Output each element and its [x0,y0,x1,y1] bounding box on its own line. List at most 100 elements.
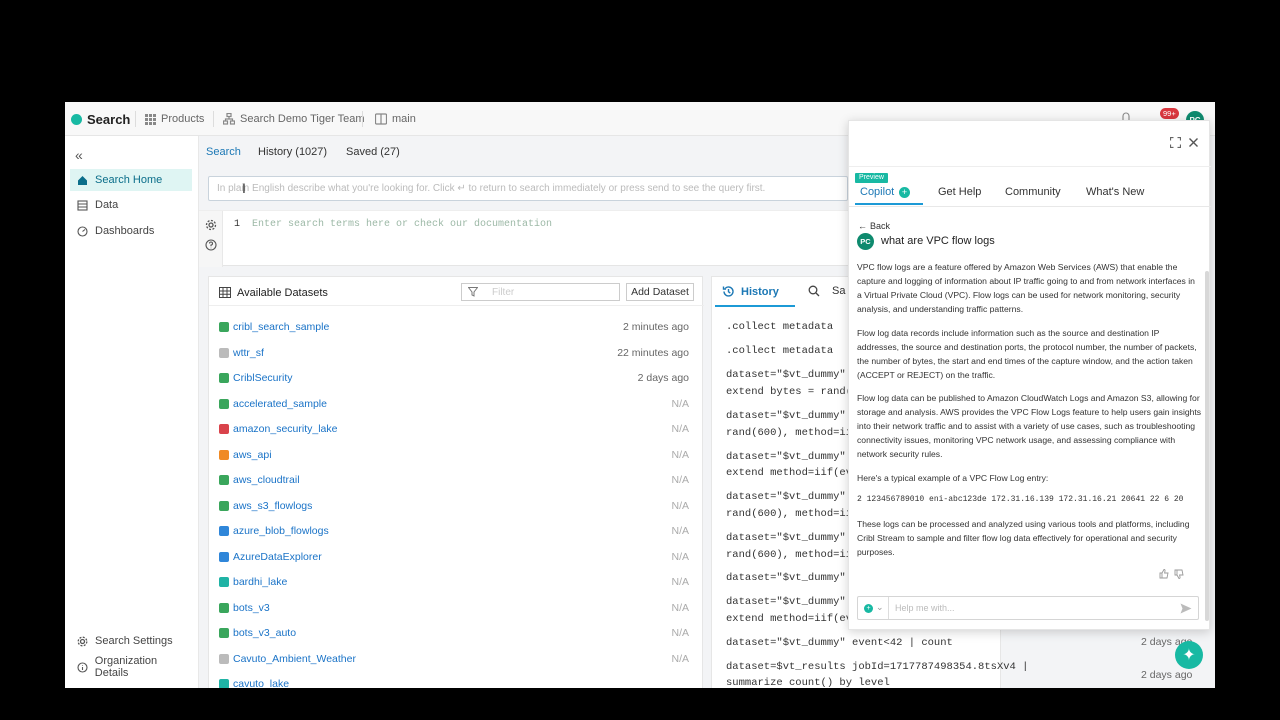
tab-search[interactable]: Search [206,146,241,158]
workspace-selector[interactable]: Search Demo Tiger Team [223,102,365,136]
copilot-mode-icon[interactable]: + [864,604,873,613]
dataset-last-updated: N/A [671,525,689,537]
history-query-line[interactable]: dataset="$vt_dummy" e [726,532,858,544]
copilot-sparkle-fab[interactable]: ✦ [1175,641,1203,669]
search-subtabs: Search History (1027) Saved (27) [199,136,899,169]
expand-icon[interactable] [1170,137,1181,148]
dataset-row[interactable]: accelerated_sample N/A [219,395,689,413]
dataset-row[interactable]: bots_v3_auto N/A [219,624,689,642]
dataset-name[interactable]: bots_v3_auto [233,627,296,639]
dataset-name[interactable]: amazon_security_lake [233,423,337,435]
dataset-last-updated: N/A [671,627,689,639]
close-icon[interactable] [1188,137,1199,148]
branch-selector[interactable]: main [375,102,416,136]
dataset-name[interactable]: bots_v3 [233,602,270,614]
tab-whats-new[interactable]: What's New [1086,186,1144,198]
dataset-row[interactable]: azure_blob_flowlogs N/A [219,522,689,540]
history-query-line[interactable]: .collect metadata [726,345,833,357]
send-icon[interactable] [1180,603,1192,614]
dataset-name[interactable]: aws_cloudtrail [233,474,300,486]
products-menu[interactable]: Products [145,102,204,136]
sidebar-item-search-settings[interactable]: Search Settings [70,630,192,652]
dataset-last-updated: N/A [671,601,689,614]
dataset-type-icon [219,475,229,485]
dataset-row[interactable]: aws_cloudtrail N/A [219,471,689,489]
dataset-name[interactable]: Cavuto_Ambient_Weather [233,653,356,665]
dataset-row[interactable]: cavuto_lake [219,675,689,688]
dataset-name[interactable]: aws_s3_flowlogs [233,500,312,512]
settings-icon[interactable] [205,219,217,231]
history-query-line[interactable]: dataset="$vt_dummy" e [726,369,858,381]
dataset-name[interactable]: cribl_search_sample [233,321,329,333]
dataset-name[interactable]: CriblSecurity [233,372,293,384]
back-label: Back [870,221,891,231]
thumbs-down-icon[interactable] [1174,569,1184,579]
workspace-label: Search Demo Tiger Team [240,113,365,125]
dataset-row[interactable]: aws_s3_flowlogs N/A [219,497,689,515]
dataset-row[interactable]: cribl_search_sample 2 minutes ago [219,318,689,336]
dataset-row[interactable]: wttr_sf 22 minutes ago [219,344,689,362]
history-query-line[interactable]: dataset="$vt_dummy" e [726,572,858,584]
tab-copilot[interactable]: Copilot [860,186,894,198]
tab-get-help[interactable]: Get Help [938,186,981,198]
answer-paragraph: Here's a typical example of a VPC Flow L… [857,473,1049,483]
line-number: 1 [234,219,241,230]
history-query-line[interactable]: dataset="$vt_dummy" e [726,451,858,463]
dataset-row[interactable]: AzureDataExplorer N/A [219,548,689,566]
dataset-name[interactable]: aws_api [233,449,272,461]
history-query-line[interactable]: dataset=$vt_results jobId=1717787498354.… [726,661,1028,673]
tab-community[interactable]: Community [1005,186,1061,198]
history-query-line[interactable]: rand(600), method=iif [726,508,858,520]
dataset-name[interactable]: AzureDataExplorer [233,551,322,563]
dataset-last-updated: 2 minutes ago [623,321,689,333]
sidebar-item-label: Search Home [95,174,163,186]
dataset-last-updated: 2 days ago [637,372,689,384]
dataset-name[interactable]: bardhi_lake [233,576,287,588]
scrollbar[interactable] [1205,271,1209,621]
history-query-line[interactable]: extend method=iif(ev [726,467,852,479]
add-dataset-button[interactable]: Add Dataset [626,283,694,301]
query-editor[interactable]: 1 Enter search terms here or check our d… [199,210,911,267]
history-query-line[interactable]: dataset="$vt_dummy" event<42 | count [726,637,953,649]
history-tab[interactable]: History [722,285,779,298]
history-query-line[interactable]: extend method=iif(ev [726,613,852,625]
tab-saved[interactable]: Saved (27) [346,146,400,158]
sidebar-item-data[interactable]: Data [70,194,192,216]
copilot-input[interactable]: + ⌄ Help me with... [857,596,1199,620]
collapse-sidebar-icon[interactable]: « [75,147,83,163]
natural-language-query-input[interactable]: In plain English describe what you're lo… [208,176,848,201]
tab-history[interactable]: History (1027) [258,146,327,158]
dataset-row[interactable]: Cavuto_Ambient_Weather N/A [219,650,689,668]
dataset-row[interactable]: CriblSecurity 2 days ago [219,369,689,387]
thumbs-up-icon[interactable] [1159,569,1169,579]
history-query-line[interactable]: dataset="$vt_dummy" e [726,596,858,608]
history-query-line[interactable]: rand(600), method=iif [726,549,858,561]
help-icon[interactable] [205,239,217,251]
dataset-filter-input[interactable]: Filter [461,283,620,301]
history-query-line[interactable]: extend bytes = rand( [726,386,852,398]
history-query-line[interactable]: .collect metadata [726,321,833,333]
history-query-line[interactable]: summarize count() by level [726,677,890,688]
dataset-name[interactable]: cavuto_lake [233,678,289,688]
dataset-name[interactable]: accelerated_sample [233,398,327,410]
dataset-row[interactable]: aws_api N/A [219,446,689,464]
flow-log-example: 2 123456789010 eni-abc123de 172.31.16.13… [857,495,1184,504]
chevron-down-icon[interactable]: ⌄ [876,602,884,613]
sidebar-item-dashboards[interactable]: Dashboards [70,220,192,242]
dataset-name[interactable]: azure_blob_flowlogs [233,525,329,537]
dataset-row[interactable]: bardhi_lake N/A [219,573,689,591]
dataset-row[interactable]: amazon_security_lake N/A [219,420,689,438]
sidebar-item-search-home[interactable]: Search Home [70,169,192,191]
history-query-line[interactable]: rand(600), method=iif [726,427,858,439]
sidebar-item-organization-details[interactable]: Organization Details [70,655,192,679]
samples-tab[interactable]: Sa [808,285,845,297]
answer-paragraph: These logs can be processed and analyzed… [857,519,1190,557]
history-query-line[interactable]: dataset="$vt_dummy" e [726,491,858,503]
sidebar: « Search Home Data Dashboards Search Set… [65,136,199,688]
dataset-row[interactable]: bots_v3 N/A [219,599,689,617]
notification-badge[interactable]: 99+ [1160,108,1179,119]
dataset-name[interactable]: wttr_sf [233,347,264,359]
search-product-switch[interactable]: Search [71,102,130,136]
history-query-line[interactable]: dataset="$vt_dummy" e [726,410,858,422]
back-button[interactable]: ← Back [858,221,890,231]
